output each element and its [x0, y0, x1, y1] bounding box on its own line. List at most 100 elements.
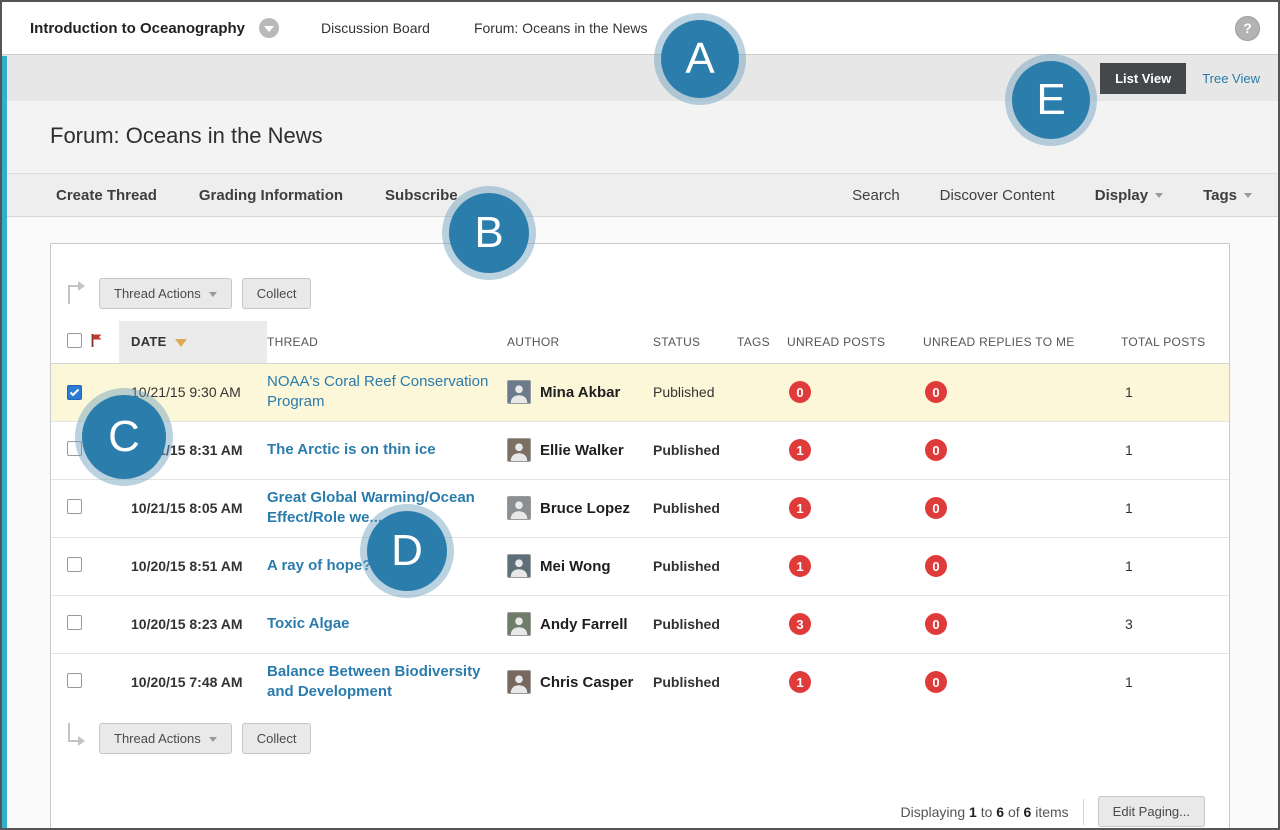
thread-table: DATE THREAD AUTHOR STATUS TAGS UNREAD PO… [51, 321, 1230, 711]
thread-date: 10/21/15 9:30 AM [119, 363, 267, 421]
avatar [507, 554, 531, 578]
displaying-text: Displaying 1 to 6 of 6 items [901, 804, 1069, 820]
thread-link[interactable]: The Arctic is on thin ice [267, 440, 452, 460]
display-menu[interactable]: Display [1095, 187, 1163, 204]
unread-replies-badge[interactable]: 0 [925, 671, 947, 693]
table-header-author: AUTHOR [507, 321, 653, 363]
table-header-unread-posts: UNREAD POSTS [787, 321, 923, 363]
unread-replies-badge[interactable]: 0 [925, 555, 947, 577]
tags-menu[interactable]: Tags [1203, 187, 1252, 204]
thread-date: 10/20/15 8:23 AM [119, 595, 267, 653]
thread-date: 10/20/15 8:51 AM [119, 537, 267, 595]
edit-paging-button[interactable]: Edit Paging... [1098, 796, 1205, 827]
thread-link[interactable]: A ray of hope? [267, 556, 387, 576]
thread-toolbar-bottom: Thread Actions Collect [51, 711, 1229, 770]
total-posts: 1 [1121, 674, 1133, 690]
create-thread-button[interactable]: Create Thread [56, 187, 157, 204]
unread-posts-badge[interactable]: 1 [789, 439, 811, 461]
row-checkbox[interactable] [67, 385, 82, 400]
author-name: Andy Farrell [540, 616, 628, 633]
table-row: 10/20/15 7:48 AM Balance Between Biodive… [51, 653, 1230, 711]
author-name: Chris Casper [540, 674, 633, 691]
help-icon[interactable]: ? [1235, 16, 1260, 41]
row-checkbox[interactable] [67, 557, 82, 572]
table-header-tags: TAGS [737, 321, 787, 363]
content-area: Thread Actions Collect DATE THREAD AUTHO… [2, 217, 1278, 830]
unread-replies-badge[interactable]: 0 [925, 497, 947, 519]
grading-information-button[interactable]: Grading Information [199, 187, 343, 204]
title-area: Forum: Oceans in the News [2, 101, 1278, 173]
search-button[interactable]: Search [852, 187, 900, 204]
list-view-button[interactable]: List View [1100, 63, 1186, 94]
breadcrumb-forum[interactable]: Forum: Oceans in the News [474, 20, 648, 36]
chevron-down-icon [209, 737, 217, 742]
unread-posts-badge[interactable]: 1 [789, 671, 811, 693]
collect-button[interactable]: Collect [242, 278, 312, 309]
date-header-label: DATE [131, 334, 167, 349]
thread-date: 10/20/15 7:48 AM [119, 653, 267, 711]
range-total: 6 [1024, 804, 1032, 820]
total-posts: 1 [1121, 384, 1133, 400]
avatar [507, 612, 531, 636]
items-word: items [1035, 804, 1068, 820]
unread-posts-badge[interactable]: 1 [789, 555, 811, 577]
thread-link[interactable]: Balance Between Biodiversity and Develop… [267, 662, 507, 702]
table-header-date[interactable]: DATE [119, 321, 267, 363]
of-word: of [1008, 804, 1020, 820]
unread-replies-badge[interactable]: 0 [925, 439, 947, 461]
breadcrumb: Discussion Board Forum: Oceans in the Ne… [321, 20, 647, 36]
discover-content-button[interactable]: Discover Content [940, 187, 1055, 204]
thread-link[interactable]: NOAA's Coral Reef Conservation Program [267, 372, 507, 412]
chevron-down-icon [1155, 193, 1163, 198]
subscribe-button[interactable]: Subscribe [385, 187, 458, 204]
row-checkbox[interactable] [67, 499, 82, 514]
to-word: to [981, 804, 993, 820]
thread-actions-button[interactable]: Thread Actions [99, 278, 232, 309]
row-checkbox[interactable] [67, 673, 82, 688]
status-text: Published [653, 384, 715, 400]
thread-actions-button[interactable]: Thread Actions [99, 723, 232, 754]
select-all-checkbox[interactable] [67, 333, 82, 348]
unread-replies-badge[interactable]: 0 [925, 381, 947, 403]
paging-footer: Displaying 1 to 6 of 6 items Edit Paging… [51, 770, 1229, 827]
displaying-word: Displaying [901, 804, 966, 820]
status-text: Published [653, 616, 720, 632]
thread-actions-label: Thread Actions [114, 731, 201, 746]
unread-posts-badge[interactable]: 1 [789, 497, 811, 519]
flag-icon [91, 337, 103, 351]
thread-date: 10/21/15 8:05 AM [119, 479, 267, 537]
unread-posts-badge[interactable]: 0 [789, 381, 811, 403]
table-header-total-posts: TOTAL POSTS [1121, 321, 1230, 363]
unread-replies-badge[interactable]: 0 [925, 613, 947, 635]
table-row: 10/21/15 9:30 AM NOAA's Coral Reef Conse… [51, 363, 1230, 421]
view-toggle-bar: List View Tree View [2, 55, 1278, 101]
table-row: 10/20/15 8:51 AM A ray of hope? Mei Wong… [51, 537, 1230, 595]
collect-button[interactable]: Collect [242, 723, 312, 754]
action-bar: Create Thread Grading Information Subscr… [2, 173, 1278, 217]
status-text: Published [653, 674, 720, 690]
table-header-status: STATUS [653, 321, 737, 363]
thread-link[interactable]: Toxic Algae [267, 614, 366, 634]
row-checkbox[interactable] [67, 441, 82, 456]
author-name: Mina Akbar [540, 384, 620, 401]
status-text: Published [653, 558, 720, 574]
author-name: Bruce Lopez [540, 500, 630, 517]
sort-descending-icon [175, 339, 187, 347]
avatar [507, 438, 531, 462]
course-title[interactable]: Introduction to Oceanography [30, 20, 245, 37]
author-name: Mei Wong [540, 558, 611, 575]
chevron-down-icon[interactable] [259, 18, 279, 38]
table-row: 10/21/15 8:31 AM The Arctic is on thin i… [51, 421, 1230, 479]
unread-posts-badge[interactable]: 3 [789, 613, 811, 635]
tree-view-link[interactable]: Tree View [1202, 71, 1260, 86]
breadcrumb-discussion-board[interactable]: Discussion Board [321, 20, 430, 36]
thread-link[interactable]: Great Global Warming/Ocean Effect/Role w… [267, 488, 507, 528]
thread-list-card: Thread Actions Collect DATE THREAD AUTHO… [50, 243, 1230, 830]
chevron-down-icon [209, 292, 217, 297]
total-posts: 3 [1121, 616, 1133, 632]
display-menu-label: Display [1095, 187, 1148, 204]
row-checkbox[interactable] [67, 615, 82, 630]
range-end: 6 [996, 804, 1004, 820]
topbar: Introduction to Oceanography Discussion … [2, 2, 1278, 55]
thread-date: 10/21/15 8:31 AM [119, 421, 267, 479]
